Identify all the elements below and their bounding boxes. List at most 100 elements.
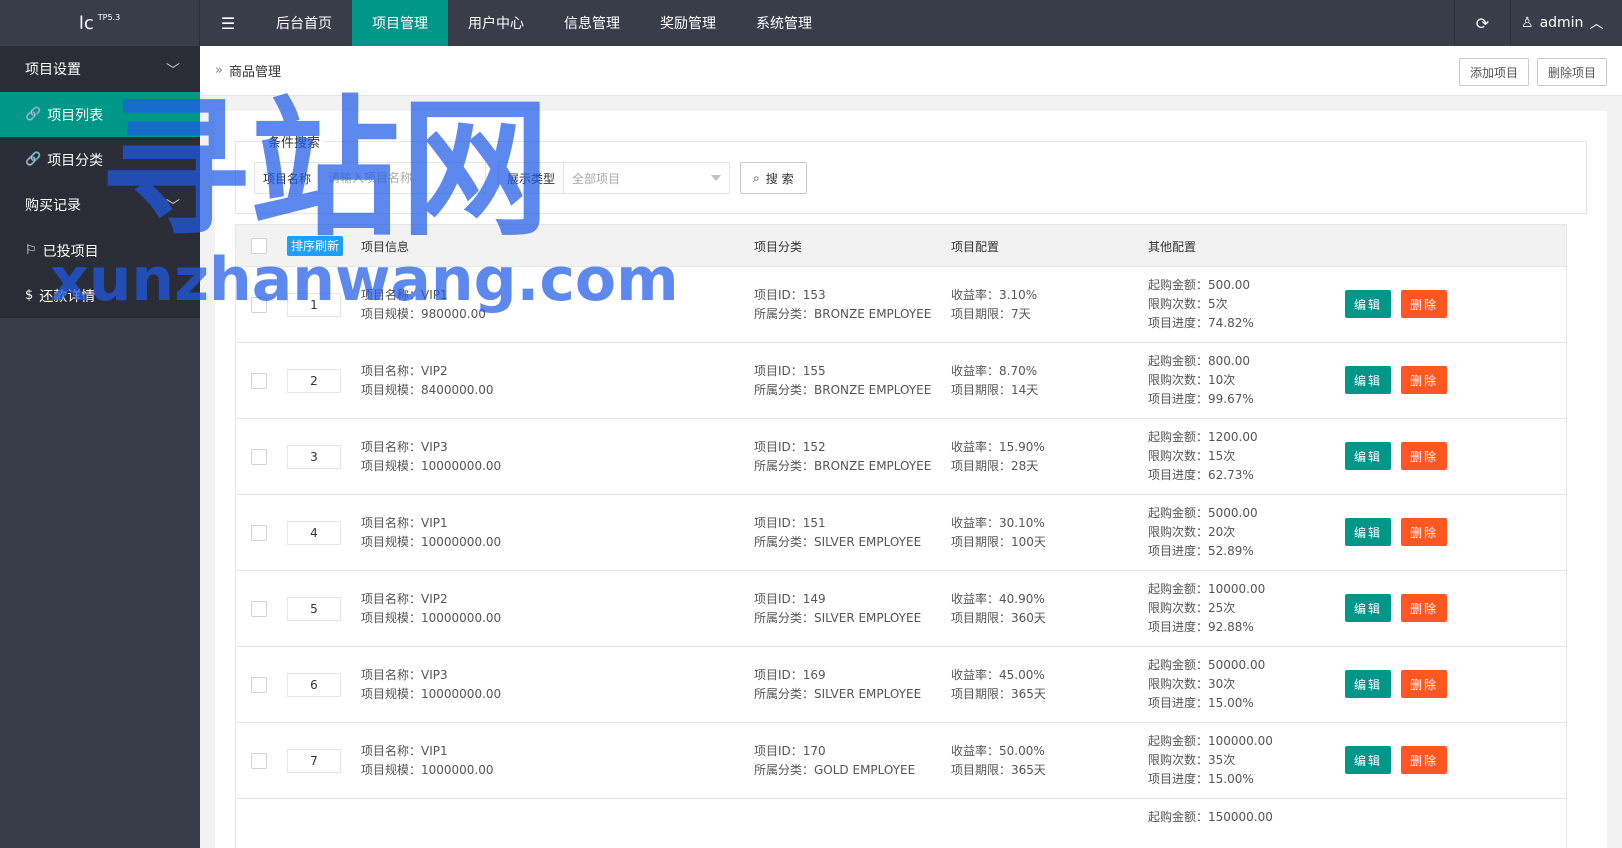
row-checkbox[interactable] xyxy=(251,449,267,465)
project-id: 项目ID：153 xyxy=(754,288,826,302)
row-checkbox[interactable] xyxy=(251,373,267,389)
table-row: 7 项目名称：VIP1 项目规模：1000000.00 项目ID：170 所属分类：GO… xyxy=(236,723,1566,799)
row-checkbox[interactable] xyxy=(251,677,267,693)
nav-item-reward-management[interactable]: 奖励管理 xyxy=(640,0,736,46)
sort-order-input[interactable]: 1 xyxy=(287,293,341,317)
name-search-input[interactable] xyxy=(320,163,486,193)
project-term: 项目期限：365天 xyxy=(951,763,1046,777)
min-purchase: 起购金额：5000.00 xyxy=(1148,506,1258,520)
project-rate: 收益率：30.10% xyxy=(951,516,1045,530)
project-info-cell: 项目名称：VIP2 项目规模：10000000.00 xyxy=(361,590,501,628)
sort-order-input[interactable]: 4 xyxy=(287,521,341,545)
project-rate: 收益率：40.90% xyxy=(951,592,1045,606)
search-fieldset: 条件搜索 项目名称 展示类型 全部项目 ⌕ 搜 索 xyxy=(235,132,1587,214)
table-body: 1 项目名称：VIP1 项目规模：980000.00 项目ID：153 所属分类：BRO… xyxy=(236,267,1566,848)
edit-button[interactable]: 编辑 xyxy=(1345,518,1391,546)
caret-down-icon xyxy=(711,175,722,181)
edit-button[interactable]: 编辑 xyxy=(1345,290,1391,318)
app-logo[interactable]: lc TP5.3 xyxy=(0,0,200,46)
purchase-limit: 限购次数：10次 xyxy=(1148,373,1236,387)
link-icon: 🔗 xyxy=(25,107,42,122)
delete-button[interactable]: 删除 xyxy=(1401,518,1447,546)
add-project-button[interactable]: 添加项目 xyxy=(1458,58,1529,86)
table-row: 起购金额：150000.00 xyxy=(236,799,1566,848)
project-rate: 收益率：8.70% xyxy=(951,364,1038,378)
delete-button[interactable]: 删除 xyxy=(1401,442,1447,470)
sort-order-input[interactable]: 7 xyxy=(287,749,341,773)
sidebar-item-label: 已投项目 xyxy=(42,243,99,260)
header-project-config: 项目配置 xyxy=(951,240,1000,254)
sort-refresh-button[interactable]: 排序刷新 xyxy=(287,236,344,256)
project-category: 所属分类：GOLD EMPLOYEE xyxy=(754,763,916,777)
min-purchase: 起购金额：500.00 xyxy=(1148,278,1250,292)
project-config-cell: 收益率：8.70% 项目期限：14天 xyxy=(951,362,1038,400)
select-all-checkbox[interactable] xyxy=(251,238,267,254)
sidebar-item-project-list[interactable]: 🔗 项目列表 xyxy=(0,92,200,137)
min-purchase: 起购金额：150000.00 xyxy=(1148,810,1273,824)
chevron-down-icon: ﹀ xyxy=(166,63,180,79)
sidebar-item-invested-projects[interactable]: ⚐ 已投项目 xyxy=(0,228,200,273)
project-id: 项目ID：170 xyxy=(754,744,826,758)
user-icon: ♙ xyxy=(1521,15,1534,31)
project-term: 项目期限：360天 xyxy=(951,611,1046,625)
delete-project-button[interactable]: 删除项目 xyxy=(1536,58,1607,86)
project-rate: 收益率：45.00% xyxy=(951,668,1045,682)
sidebar-group-purchase-records[interactable]: 购买记录 ﹀ xyxy=(0,182,200,228)
hamburger-icon[interactable]: ☰ xyxy=(200,0,256,46)
project-name: 项目名称：VIP1 xyxy=(361,516,448,530)
delete-button[interactable]: 删除 xyxy=(1401,746,1447,774)
search-legend: 条件搜索 xyxy=(264,132,325,151)
project-id: 项目ID：169 xyxy=(754,668,826,682)
user-menu[interactable]: ♙ admin ︿ xyxy=(1510,0,1622,46)
flag-icon: ⚐ xyxy=(25,243,37,258)
row-checkbox[interactable] xyxy=(251,753,267,769)
nav-item-system-management[interactable]: 系统管理 xyxy=(736,0,832,46)
delete-button[interactable]: 删除 xyxy=(1401,366,1447,394)
row-checkbox[interactable] xyxy=(251,601,267,617)
sidebar-item-label: 项目列表 xyxy=(47,107,104,124)
top-nav: ☰ 后台首页 项目管理 用户中心 信息管理 奖励管理 系统管理 xyxy=(200,0,832,46)
chevron-up-icon: ︿ xyxy=(1589,16,1604,32)
table-row: 4 项目名称：VIP1 项目规模：10000000.00 项目ID：151 所属分类：S… xyxy=(236,495,1566,571)
edit-button[interactable]: 编辑 xyxy=(1345,670,1391,698)
type-field: 展示类型 全部项目 xyxy=(498,162,731,194)
delete-button[interactable]: 删除 xyxy=(1401,670,1447,698)
search-button[interactable]: ⌕ 搜 索 xyxy=(740,162,807,194)
project-name: 项目名称：VIP3 xyxy=(361,668,448,682)
edit-button[interactable]: 编辑 xyxy=(1345,594,1391,622)
project-name: 项目名称：VIP1 xyxy=(361,744,448,758)
project-term: 项目期限：100天 xyxy=(951,535,1046,549)
sidebar-item-project-category[interactable]: 🔗 项目分类 xyxy=(0,137,200,182)
edit-button[interactable]: 编辑 xyxy=(1345,442,1391,470)
project-config-cell: 收益率：50.00% 项目期限：365天 xyxy=(951,742,1046,780)
refresh-icon[interactable]: ⟳ xyxy=(1454,0,1510,46)
sort-order-input[interactable]: 3 xyxy=(287,445,341,469)
purchase-limit: 限购次数：30次 xyxy=(1148,677,1236,691)
sort-order-input[interactable]: 2 xyxy=(287,369,341,393)
row-checkbox[interactable] xyxy=(251,297,267,313)
project-rate: 收益率：15.90% xyxy=(951,440,1045,454)
project-scale: 项目规模：10000000.00 xyxy=(361,535,502,549)
project-info-cell: 项目名称：VIP1 项目规模：10000000.00 xyxy=(361,514,501,552)
nav-item-user-center[interactable]: 用户中心 xyxy=(448,0,544,46)
row-checkbox[interactable] xyxy=(251,525,267,541)
delete-button[interactable]: 删除 xyxy=(1401,594,1447,622)
nav-item-project-management[interactable]: 项目管理 xyxy=(352,0,448,46)
project-scale: 项目规模：1000000.00 xyxy=(361,763,494,777)
edit-button[interactable]: 编辑 xyxy=(1345,746,1391,774)
project-info-cell: 项目名称：VIP1 项目规模：1000000.00 xyxy=(361,742,494,780)
sidebar-group-project-settings[interactable]: 项目设置 ﹀ xyxy=(0,46,200,92)
edit-button[interactable]: 编辑 xyxy=(1345,366,1391,394)
delete-button[interactable]: 删除 xyxy=(1401,290,1447,318)
sort-order-input[interactable]: 6 xyxy=(287,673,341,697)
project-progress: 项目进度：74.82% xyxy=(1148,316,1254,330)
nav-item-home[interactable]: 后台首页 xyxy=(256,0,352,46)
project-category: 所属分类：BRONZE EMPLOYEE xyxy=(754,459,932,473)
other-config-cell: 起购金额：10000.00 限购次数：25次 项目进度：92.88% xyxy=(1148,580,1265,637)
other-config-cell: 起购金额：50000.00 限购次数：30次 项目进度：15.00% xyxy=(1148,656,1265,713)
type-select[interactable]: 全部项目 xyxy=(564,163,729,193)
nav-item-info-management[interactable]: 信息管理 xyxy=(544,0,640,46)
sort-order-input[interactable]: 5 xyxy=(287,597,341,621)
sidebar-item-repayment-details[interactable]: $ 还款详情 xyxy=(0,273,200,318)
name-field: 项目名称 xyxy=(254,162,487,194)
